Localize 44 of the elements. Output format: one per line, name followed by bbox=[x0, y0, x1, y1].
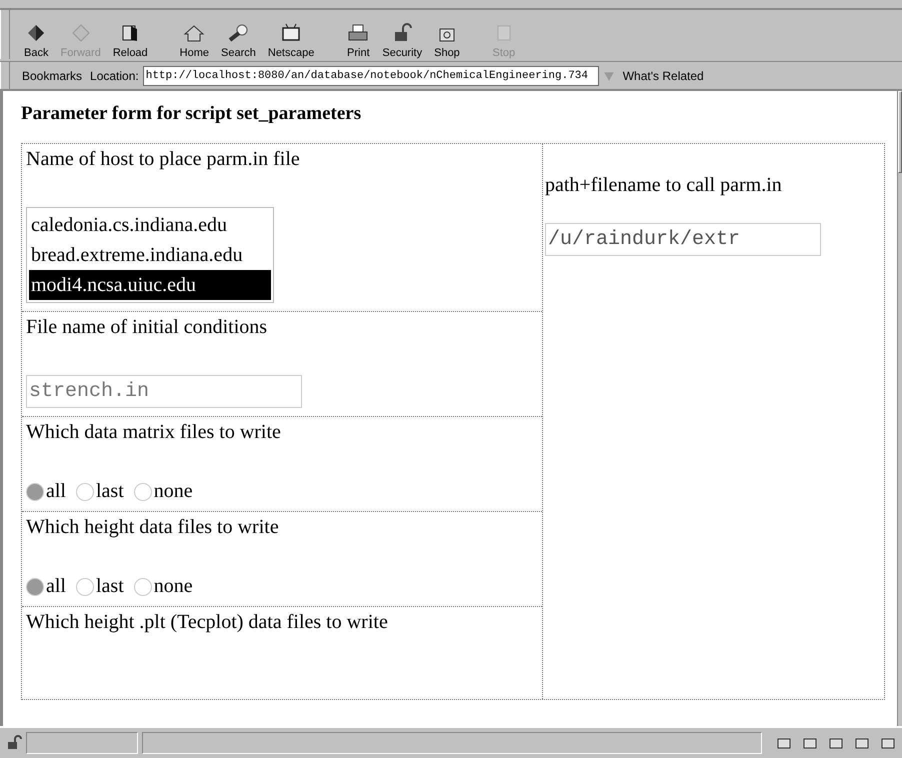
printer-icon bbox=[346, 23, 370, 43]
radio-button[interactable] bbox=[134, 482, 152, 500]
host-option[interactable]: caledonia.cs.indiana.edu bbox=[29, 210, 271, 240]
radio-label: none bbox=[154, 480, 193, 503]
field-label: Which data matrix files to write bbox=[26, 421, 282, 444]
text-field[interactable]: strench.in bbox=[26, 375, 302, 408]
radio-button[interactable] bbox=[76, 578, 94, 596]
toolbar-button[interactable]: Reload bbox=[106, 23, 154, 59]
field-label: Which height data files to write bbox=[26, 516, 280, 539]
radio-label: none bbox=[154, 575, 193, 598]
house-icon bbox=[182, 23, 206, 43]
toolbar-grip[interactable] bbox=[0, 62, 10, 89]
radio-label: all bbox=[46, 575, 66, 598]
toolbar-button[interactable]: Shop bbox=[428, 23, 466, 59]
radio-label: last bbox=[96, 480, 124, 503]
toolbar-button[interactable]: Security bbox=[376, 23, 428, 59]
host-option[interactable]: modi4.ncsa.uiuc.edu bbox=[29, 270, 271, 300]
toolbar-button[interactable]: Print bbox=[340, 23, 376, 59]
toolbar-grip[interactable] bbox=[0, 10, 10, 59]
vertical-scrollbar[interactable] bbox=[897, 91, 902, 726]
text-field[interactable]: /u/raindurk/extr bbox=[545, 223, 821, 256]
field-label: Which height .plt (Tecplot) data files to write bbox=[26, 611, 389, 634]
host-list[interactable]: caledonia.cs.indiana.edu bread.extreme.indiana.edu modi4.ncsa.uiuc.edu bbox=[26, 207, 274, 303]
toolbar-button[interactable]: Home bbox=[174, 23, 216, 59]
toolbar-button[interactable]: Search bbox=[215, 23, 262, 59]
page-title: Parameter form for script set_parameters bbox=[21, 103, 362, 125]
toolbar-button[interactable]: Netscape bbox=[262, 23, 320, 59]
radio-button[interactable] bbox=[26, 482, 44, 500]
field-label: Name of host to place parm.in file bbox=[26, 148, 301, 171]
url-field[interactable]: http://localhost:8080/an/database/notebook/nChemicalEngineering.734 bbox=[142, 66, 599, 86]
radio-button[interactable] bbox=[76, 482, 94, 500]
field-label: File name of initial conditions bbox=[26, 316, 268, 339]
field-label: path+filename to call parm.in bbox=[545, 174, 783, 197]
search-icon bbox=[226, 23, 250, 43]
bookmarks-button[interactable]: Bookmarks bbox=[18, 68, 86, 82]
radio-button[interactable] bbox=[26, 578, 44, 596]
padlock-icon bbox=[6, 735, 22, 751]
radio-label: all bbox=[46, 480, 66, 503]
location-label: Location: bbox=[90, 68, 139, 82]
radio-label: last bbox=[96, 575, 124, 598]
host-option[interactable]: bread.extreme.indiana.edu bbox=[29, 240, 271, 270]
whats-related-button[interactable]: What's Related bbox=[618, 68, 708, 82]
toolbar-button[interactable]: Back bbox=[18, 23, 54, 59]
radio-button[interactable] bbox=[134, 578, 152, 596]
